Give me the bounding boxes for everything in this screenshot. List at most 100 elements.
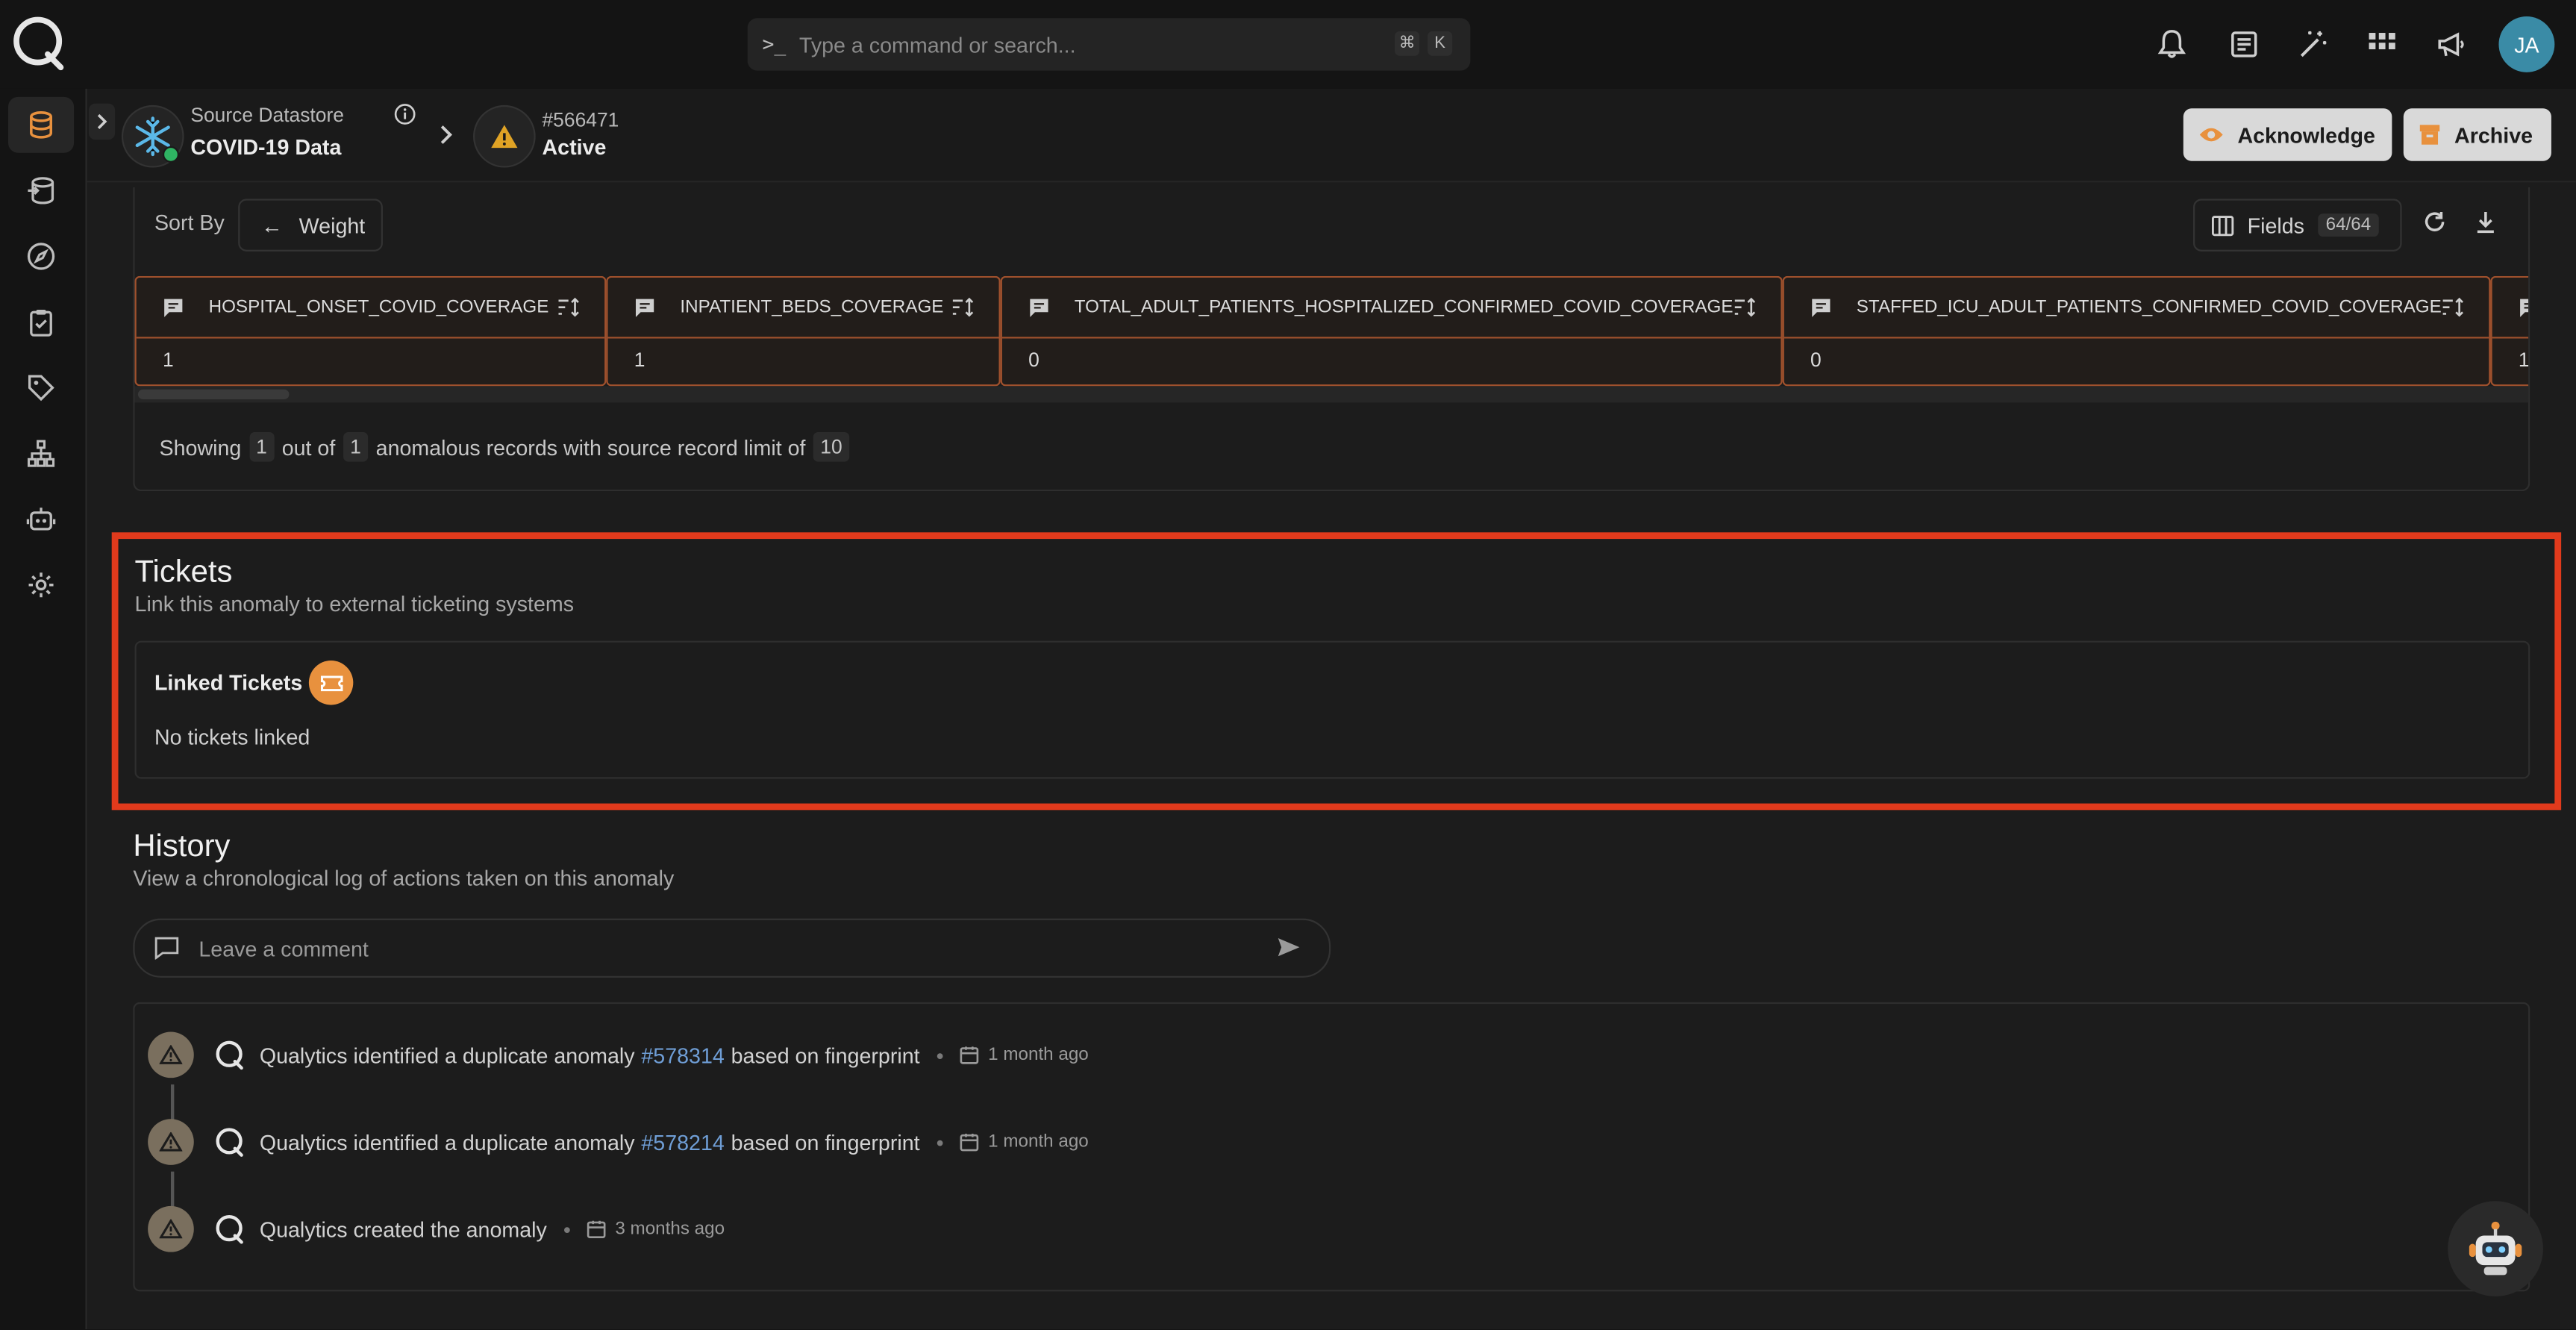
fields-button[interactable]: Fields 64/64 (2193, 199, 2402, 252)
qualytics-logo-icon (216, 1040, 243, 1070)
table-column[interactable]: STAFFED_ICU_ADULT_PATIENTS_CONFIRMED_COV… (1782, 275, 2491, 387)
records-summary: Showing 1 out of 1 anomalous records wit… (160, 431, 857, 462)
event-text-suffix: based on fingerprint (731, 1042, 920, 1067)
column-header[interactable]: INPATIENT_BEDS_COVERAGE (607, 278, 999, 339)
separator-dot: • (936, 1042, 944, 1067)
arrow-left-icon: ← (261, 213, 283, 238)
comment-icon (2520, 298, 2529, 316)
event-text-suffix: based on fingerprint (731, 1129, 920, 1155)
columns-icon (2211, 215, 2234, 236)
anomaly-status: Active (542, 134, 607, 160)
sort-icon[interactable] (2441, 297, 2466, 317)
info-icon[interactable] (394, 104, 416, 125)
clipboard-check-icon (30, 309, 52, 337)
link-ticket-button[interactable] (308, 661, 354, 705)
summary-out-of: out of (281, 434, 336, 460)
command-search-input[interactable]: >_ Type a command or search... ⌘ K (747, 18, 1471, 71)
column-name: HOSPITAL_ONSET_COVID_COVERAGE (208, 297, 549, 317)
download-icon[interactable] (2476, 210, 2495, 234)
command-placeholder: Type a command or search... (798, 31, 1076, 57)
datastore-name[interactable]: COVID-19 Data (190, 135, 341, 160)
terminal-icon: >_ (762, 33, 787, 56)
event-text: Qualytics identified a duplicate anomaly (259, 1129, 635, 1155)
column-name: INPATIENT_BEDS_COVERAGE (680, 297, 944, 317)
horizontal-scrollbar[interactable] (134, 386, 2529, 403)
timeline-connector (170, 1171, 175, 1208)
history-title: History (133, 829, 231, 864)
calendar-icon (960, 1134, 980, 1152)
assistant-bot-button[interactable] (2448, 1201, 2543, 1296)
eye-icon (2199, 128, 2223, 142)
anomaly-id: #566471 (542, 108, 619, 132)
records-table: HOSPITAL_ONSET_COVID_COVERAGE 1 INPATIEN… (134, 275, 2529, 387)
table-cell: 0 (1028, 348, 1040, 372)
bell-icon[interactable] (2155, 28, 2188, 60)
magic-wand-icon[interactable] (2297, 28, 2330, 60)
send-icon[interactable] (1277, 937, 1301, 958)
sidebar-item-pipeline[interactable] (8, 163, 74, 219)
warning-icon (148, 1119, 194, 1165)
table-column[interactable]: HOSPITAL_ONSET_COVID_COVERAGE 1 (134, 275, 607, 387)
sort-icon[interactable] (951, 297, 976, 317)
megaphone-icon[interactable] (2435, 28, 2468, 60)
linked-tickets-label: Linked Tickets (154, 670, 303, 696)
sidebar-item-datastores[interactable] (8, 96, 75, 153)
tag-icon (28, 375, 54, 402)
user-avatar[interactable]: JA (2498, 16, 2555, 72)
sort-icon[interactable] (557, 297, 581, 317)
column-header[interactable]: HOSPITAL_ONSET_COVID_COVERAGE (136, 278, 605, 339)
sort-icon[interactable] (1734, 297, 1758, 317)
anomaly-link[interactable]: #578214 (641, 1130, 724, 1155)
sitemap-icon (27, 440, 55, 467)
notes-icon[interactable] (2228, 28, 2260, 60)
archive-button[interactable]: Archive (2403, 108, 2551, 161)
fields-count: 64/64 (2317, 213, 2380, 237)
acknowledge-label: Acknowledge (2237, 122, 2375, 148)
history-event: Qualytics created the anomaly • 3 months… (148, 1205, 725, 1254)
table-column[interactable]: INPATIENT_BEDS_COVERAGE 1 (606, 275, 1001, 387)
separator-dot: • (936, 1129, 944, 1155)
sidebar-item-checks[interactable] (8, 294, 74, 350)
table-column[interactable]: TOTAL_ADULT_PATIENTS_HOSPITALIZED_CONFIR… (1000, 275, 1783, 387)
apps-grid-icon[interactable] (2366, 28, 2398, 60)
column-name: TOTAL_ADULT_PATIENTS_HOSPITALIZED_CONFIR… (1074, 297, 1734, 317)
comment-icon (1812, 298, 1831, 316)
sidebar-item-explore[interactable] (8, 228, 74, 284)
gear-icon (28, 572, 54, 598)
acknowledge-button[interactable]: Acknowledge (2183, 108, 2392, 161)
sidebar-item-settings[interactable] (8, 557, 74, 613)
anomaly-avatar (473, 104, 536, 168)
event-text: Qualytics created the anomaly (259, 1217, 547, 1242)
fields-label: Fields (2247, 213, 2305, 238)
comment-icon (164, 298, 183, 316)
history-event: Qualytics identified a duplicate anomaly… (148, 1117, 1089, 1167)
comment-input[interactable]: Leave a comment (133, 918, 1331, 978)
scrollbar-thumb[interactable] (137, 389, 290, 399)
warning-icon (148, 1205, 194, 1252)
event-time: 1 month ago (988, 1131, 1089, 1152)
table-column[interactable]: 1 (2490, 275, 2529, 387)
robot-icon (26, 508, 56, 531)
anomaly-header: Source Datastore COVID-19 Data #566471 A… (87, 88, 2576, 183)
sidebar-item-flows[interactable] (8, 425, 74, 481)
sort-weight-button[interactable]: ← Weight (238, 199, 383, 252)
source-records-card: Sort By ← Weight Fields 64/64 HOSPITAL_O… (133, 187, 2530, 492)
timeline-connector (170, 1084, 175, 1121)
column-header[interactable]: TOTAL_ADULT_PATIENTS_HOSPITALIZED_CONFIR… (1001, 278, 1781, 339)
summary-suffix: anomalous records with source record lim… (375, 434, 806, 460)
column-header[interactable]: STAFFED_ICU_ADULT_PATIENTS_CONFIRMED_COV… (1783, 278, 2489, 339)
sidebar-item-tags[interactable] (8, 360, 74, 416)
no-tickets-text: No tickets linked (154, 724, 310, 749)
column-header[interactable] (2492, 278, 2529, 339)
history-list: Qualytics identified a duplicate anomaly… (133, 1002, 2530, 1292)
sidebar-item-agents[interactable] (8, 491, 74, 547)
breadcrumb-chevron-icon (440, 125, 453, 144)
anomaly-link[interactable]: #578314 (641, 1043, 724, 1067)
qualytics-logo-icon[interactable] (11, 15, 67, 71)
sort-value: Weight (298, 213, 366, 238)
tickets-title: Tickets (134, 555, 233, 590)
refresh-icon[interactable] (2423, 210, 2446, 234)
expand-sidebar-button[interactable] (88, 103, 116, 140)
calendar-icon (587, 1220, 607, 1239)
archive-label: Archive (2454, 122, 2533, 148)
